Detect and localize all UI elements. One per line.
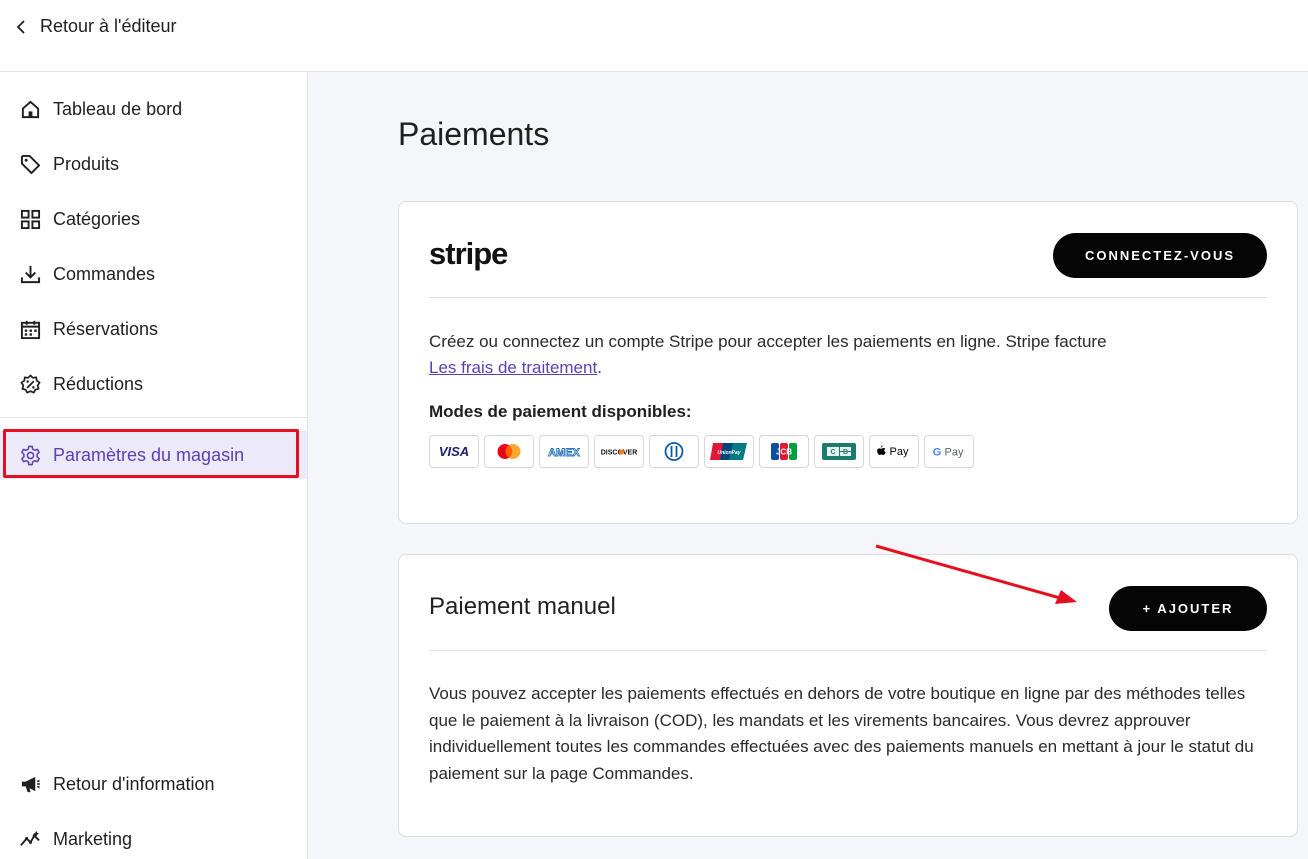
stripe-description: Créez ou connectez un compte Stripe pour… (429, 329, 1189, 381)
stripe-logo: stripe (429, 236, 508, 271)
sidebar-item-label: Produits (53, 153, 120, 174)
svg-text:G: G (933, 447, 942, 459)
payment-methods-list: VISA AMEX DISCOVER UnionPay JCB CB Pay G… (429, 435, 974, 468)
diners-club-icon (649, 435, 699, 468)
download-icon (20, 264, 41, 285)
sidebar-item-dashboard[interactable]: Tableau de bord (0, 85, 307, 133)
sidebar-item-orders[interactable]: Commandes (0, 250, 307, 298)
sidebar-item-label: Commandes (53, 263, 156, 284)
jcb-icon: JCB (759, 435, 809, 468)
amex-icon: AMEX (539, 435, 589, 468)
grid-icon (20, 209, 41, 230)
discover-icon: DISCOVER (594, 435, 644, 468)
sidebar: Tableau de bord Produits Catégories Comm… (0, 72, 308, 859)
apple-pay-icon: Pay (869, 435, 919, 468)
visa-wordmark: VISA (439, 444, 469, 459)
tag-icon (20, 154, 41, 175)
sidebar-divider (0, 417, 307, 418)
amex-wordmark: AMEX (548, 447, 580, 459)
processing-fees-link[interactable]: Les frais de traitement (429, 358, 597, 377)
sidebar-item-label: Réductions (53, 373, 144, 394)
svg-text:Pay: Pay (945, 447, 964, 459)
jcb-wordmark: JCB (776, 448, 792, 457)
svg-text:B: B (843, 449, 848, 456)
card-divider (429, 650, 1267, 651)
card-divider (429, 297, 1267, 298)
sidebar-item-label: Catégories (53, 208, 141, 229)
sidebar-item-label: Retour d'information (53, 773, 215, 794)
sidebar-item-categories[interactable]: Catégories (0, 195, 307, 243)
sidebar-item-feedback[interactable]: Retour d'information (0, 760, 307, 808)
stripe-description-text: Créez ou connectez un compte Stripe pour… (429, 332, 1107, 351)
payment-methods-title: Modes de paiement disponibles: (429, 402, 692, 421)
gear-icon (20, 445, 41, 466)
cb-icon: CB (814, 435, 864, 468)
connect-stripe-button[interactable]: CONNECTEZ-VOUS (1053, 233, 1267, 278)
sidebar-item-label: Réservations (53, 318, 159, 339)
sidebar-item-label: Tableau de bord (53, 98, 183, 119)
manual-payment-description: Vous pouvez accepter les paiements effec… (429, 684, 1254, 783)
sidebar-item-store-settings[interactable]: Paramètres du magasin (0, 431, 307, 479)
fees-suffix: . (597, 358, 602, 377)
sidebar-item-marketing[interactable]: Marketing (0, 815, 307, 859)
main-content: Paiements stripe CONNECTEZ-VOUS Créez ou… (308, 72, 1308, 859)
unionpay-icon: UnionPay (704, 435, 754, 468)
sidebar-item-reservations[interactable]: Réservations (0, 305, 307, 353)
page-title: Paiements (398, 116, 550, 152)
sidebar-item-discounts[interactable]: Réductions (0, 360, 307, 408)
back-to-editor-link[interactable]: Retour à l'éditeur (16, 16, 177, 37)
svg-text:UnionPay: UnionPay (717, 450, 740, 456)
sparkline-icon (20, 829, 41, 850)
discover-wordmark: DISCOVER (601, 450, 638, 457)
svg-text:Pay: Pay (890, 446, 909, 458)
manual-payment-title: Paiement manuel (429, 593, 616, 620)
sidebar-item-label: Paramètres du magasin (53, 444, 245, 465)
top-bar: Retour à l'éditeur (0, 0, 1308, 72)
home-icon (20, 99, 41, 120)
svg-text:C: C (830, 449, 835, 456)
stripe-card: stripe CONNECTEZ-VOUS Créez ou connectez… (398, 201, 1298, 524)
visa-icon: VISA (429, 435, 479, 468)
manual-payment-card: Paiement manuel + AJOUTER Vous pouvez ac… (398, 554, 1298, 837)
mastercard-icon (484, 435, 534, 468)
sidebar-item-label: Marketing (53, 828, 133, 849)
add-manual-payment-button[interactable]: + AJOUTER (1109, 586, 1267, 631)
calendar-icon (20, 319, 41, 340)
sidebar-item-products[interactable]: Produits (0, 140, 307, 188)
megaphone-icon (20, 774, 41, 795)
back-to-editor-label: Retour à l'éditeur (40, 16, 177, 36)
chevron-left-icon (16, 19, 25, 34)
discount-badge-icon (20, 374, 41, 395)
google-pay-icon: G Pay (924, 435, 974, 468)
